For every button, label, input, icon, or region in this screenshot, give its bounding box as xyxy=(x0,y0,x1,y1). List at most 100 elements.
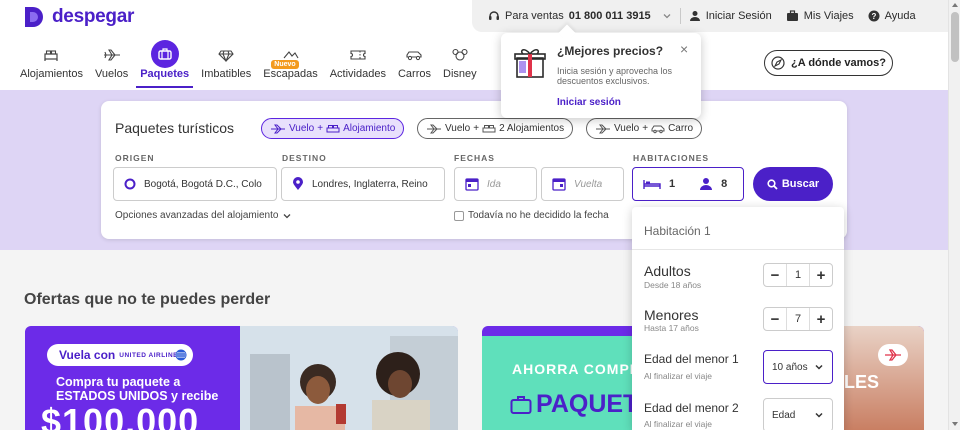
where-to-go-button[interactable]: ¿A dónde vamos? xyxy=(764,50,893,76)
minors-value: 7 xyxy=(786,308,810,330)
help-icon: ? xyxy=(868,10,880,22)
tab-label: Vuelos xyxy=(94,68,129,80)
better-prices-popup: ¿Mejores precios? Inicia sesión y aprove… xyxy=(501,33,701,118)
tab-label: Actividades xyxy=(329,68,386,80)
tab-paquetes[interactable]: Paquetes xyxy=(134,40,195,90)
plus-sign: + xyxy=(642,123,649,134)
no-date-option[interactable]: Todavía no he decidido la fecha xyxy=(454,210,609,221)
scroll-up-icon[interactable] xyxy=(952,3,958,7)
tab-label: Disney xyxy=(443,68,477,80)
adults-sub: Desde 18 años xyxy=(644,280,702,290)
calendar-icon xyxy=(465,178,479,191)
option-vuelo-2-alojamientos[interactable]: Vuelo + 2 Alojamientos xyxy=(417,118,574,139)
banner-line-2: PAQUET xyxy=(510,390,638,419)
option-suffix: 2 Alojamientos xyxy=(499,123,565,134)
rooms-dropdown: Habitación 1 Adultos Desde 18 años − 1 +… xyxy=(632,207,844,430)
plane-icon xyxy=(596,124,610,133)
banner-line-2-text: PAQUET xyxy=(536,390,639,418)
option-vuelo-carro[interactable]: Vuelo + Carro xyxy=(586,118,703,139)
banner-line-1: Compra tu paquete a xyxy=(56,375,181,389)
united-badge: Vuela con UNITED AIRLINES xyxy=(47,344,193,366)
date-to-field[interactable]: Vuelta xyxy=(541,167,624,201)
advanced-options-label: Opciones avanzadas del alojamiento xyxy=(115,210,279,221)
adults-plus-button[interactable]: + xyxy=(810,267,832,284)
united-logo-text: UNITED AIRLINES xyxy=(119,351,183,359)
minor-1-age-value: 10 años xyxy=(772,361,808,373)
minor-2-age-label: Edad del menor 2 xyxy=(644,401,739,415)
plus-sign: + xyxy=(317,123,324,134)
headset-icon xyxy=(489,11,499,20)
my-trips-link[interactable]: Mis Viajes xyxy=(786,10,854,22)
close-icon[interactable]: × xyxy=(680,41,688,57)
tab-escapadas[interactable]: Nuevo Escapadas xyxy=(257,42,323,90)
diamond-icon xyxy=(218,42,234,68)
no-date-checkbox[interactable] xyxy=(454,210,464,221)
tab-imbatibles[interactable]: Imbatibles xyxy=(195,42,257,90)
page-scrollbar[interactable] xyxy=(948,0,960,430)
person-icon xyxy=(700,178,713,190)
map-pin-icon xyxy=(293,177,303,190)
origin-label: ORIGEN xyxy=(115,153,155,163)
minor-1-age-label: Edad del menor 1 xyxy=(644,352,739,366)
tab-label: Imbatibles xyxy=(201,68,252,80)
popup-title: ¿Mejores precios? xyxy=(557,44,664,58)
destination-label: DESTINO xyxy=(282,153,327,163)
people-photo-illustration xyxy=(240,326,458,430)
minors-sub: Hasta 17 años xyxy=(644,323,699,333)
new-badge: Nuevo xyxy=(271,60,299,69)
sales-phone[interactable]: Para ventas 01 800 011 3915 xyxy=(488,10,672,22)
logo[interactable]: despegar xyxy=(24,6,134,28)
help-link[interactable]: ? Ayuda xyxy=(868,10,916,22)
briefcase-icon xyxy=(786,10,798,21)
date-from-field[interactable]: Ida xyxy=(454,167,537,201)
plus-sign: + xyxy=(473,123,480,134)
tab-vuelos[interactable]: Vuelos xyxy=(89,42,134,90)
minor-1-age-select[interactable]: 10 años xyxy=(763,350,833,384)
rooms-guests-field[interactable]: 1 8 xyxy=(632,167,744,201)
adults-value: 1 xyxy=(786,264,810,286)
minors-plus-button[interactable]: + xyxy=(810,311,832,328)
minor-2-age-value: Edad xyxy=(772,409,796,421)
option-vuelo-alojamiento[interactable]: Vuelo + Alojamiento xyxy=(261,118,405,139)
scroll-down-icon[interactable] xyxy=(952,422,958,426)
banner-price: $100.000 xyxy=(41,401,200,430)
plane-icon xyxy=(103,42,121,68)
login-link[interactable]: Iniciar Sesión xyxy=(689,10,772,22)
tab-disney[interactable]: Disney xyxy=(437,42,483,90)
search-title: Paquetes turísticos xyxy=(115,120,235,136)
dates-label: FECHAS xyxy=(454,153,495,163)
adults-label: Adultos xyxy=(644,263,691,279)
plane-icon xyxy=(271,124,285,133)
scrollbar-thumb[interactable] xyxy=(951,12,959,62)
adults-minus-button[interactable]: − xyxy=(764,267,786,284)
advanced-options-toggle[interactable]: Opciones avanzadas del alojamiento xyxy=(115,210,292,221)
guests-count: 8 xyxy=(721,178,728,190)
promo-banner-united[interactable]: Vuela con UNITED AIRLINES Compra tu paqu… xyxy=(25,326,458,430)
suitcase-icon xyxy=(510,395,532,414)
minors-stepper: − 7 + xyxy=(763,307,833,331)
top-bar: Para ventas 01 800 011 3915 Iniciar Sesi… xyxy=(472,0,948,32)
origin-value: Bogotá, Bogotá D.C., Colo xyxy=(144,178,262,190)
svg-text:?: ? xyxy=(871,12,876,21)
origin-field[interactable]: Bogotá, Bogotá D.C., Colo xyxy=(113,167,277,201)
tab-label: Escapadas xyxy=(263,68,318,80)
minors-label: Menores xyxy=(644,307,699,323)
plane-icon xyxy=(885,349,901,361)
divider xyxy=(632,249,844,250)
tab-actividades[interactable]: Actividades xyxy=(324,42,392,90)
minor-2-age-select[interactable]: Edad xyxy=(763,398,833,430)
car-icon xyxy=(405,42,423,68)
minors-minus-button[interactable]: − xyxy=(764,311,786,328)
compass-icon xyxy=(771,56,785,70)
tab-alojamientos[interactable]: Alojamientos xyxy=(14,42,89,90)
search-button[interactable]: Buscar xyxy=(753,167,833,201)
offers-title: Ofertas que no te puedes perder xyxy=(24,291,271,308)
tab-carros[interactable]: Carros xyxy=(392,42,437,90)
rooms-count: 1 xyxy=(669,178,676,190)
origin-circle-icon xyxy=(124,178,136,190)
popup-login-link[interactable]: Iniciar sesión xyxy=(557,97,621,108)
destination-field[interactable]: Londres, Inglaterra, Reino xyxy=(281,167,445,201)
minor-1-age-sub: Al finalizar el viaje xyxy=(644,371,713,381)
tab-label: Paquetes xyxy=(140,68,190,80)
option-suffix: Carro xyxy=(668,123,694,134)
